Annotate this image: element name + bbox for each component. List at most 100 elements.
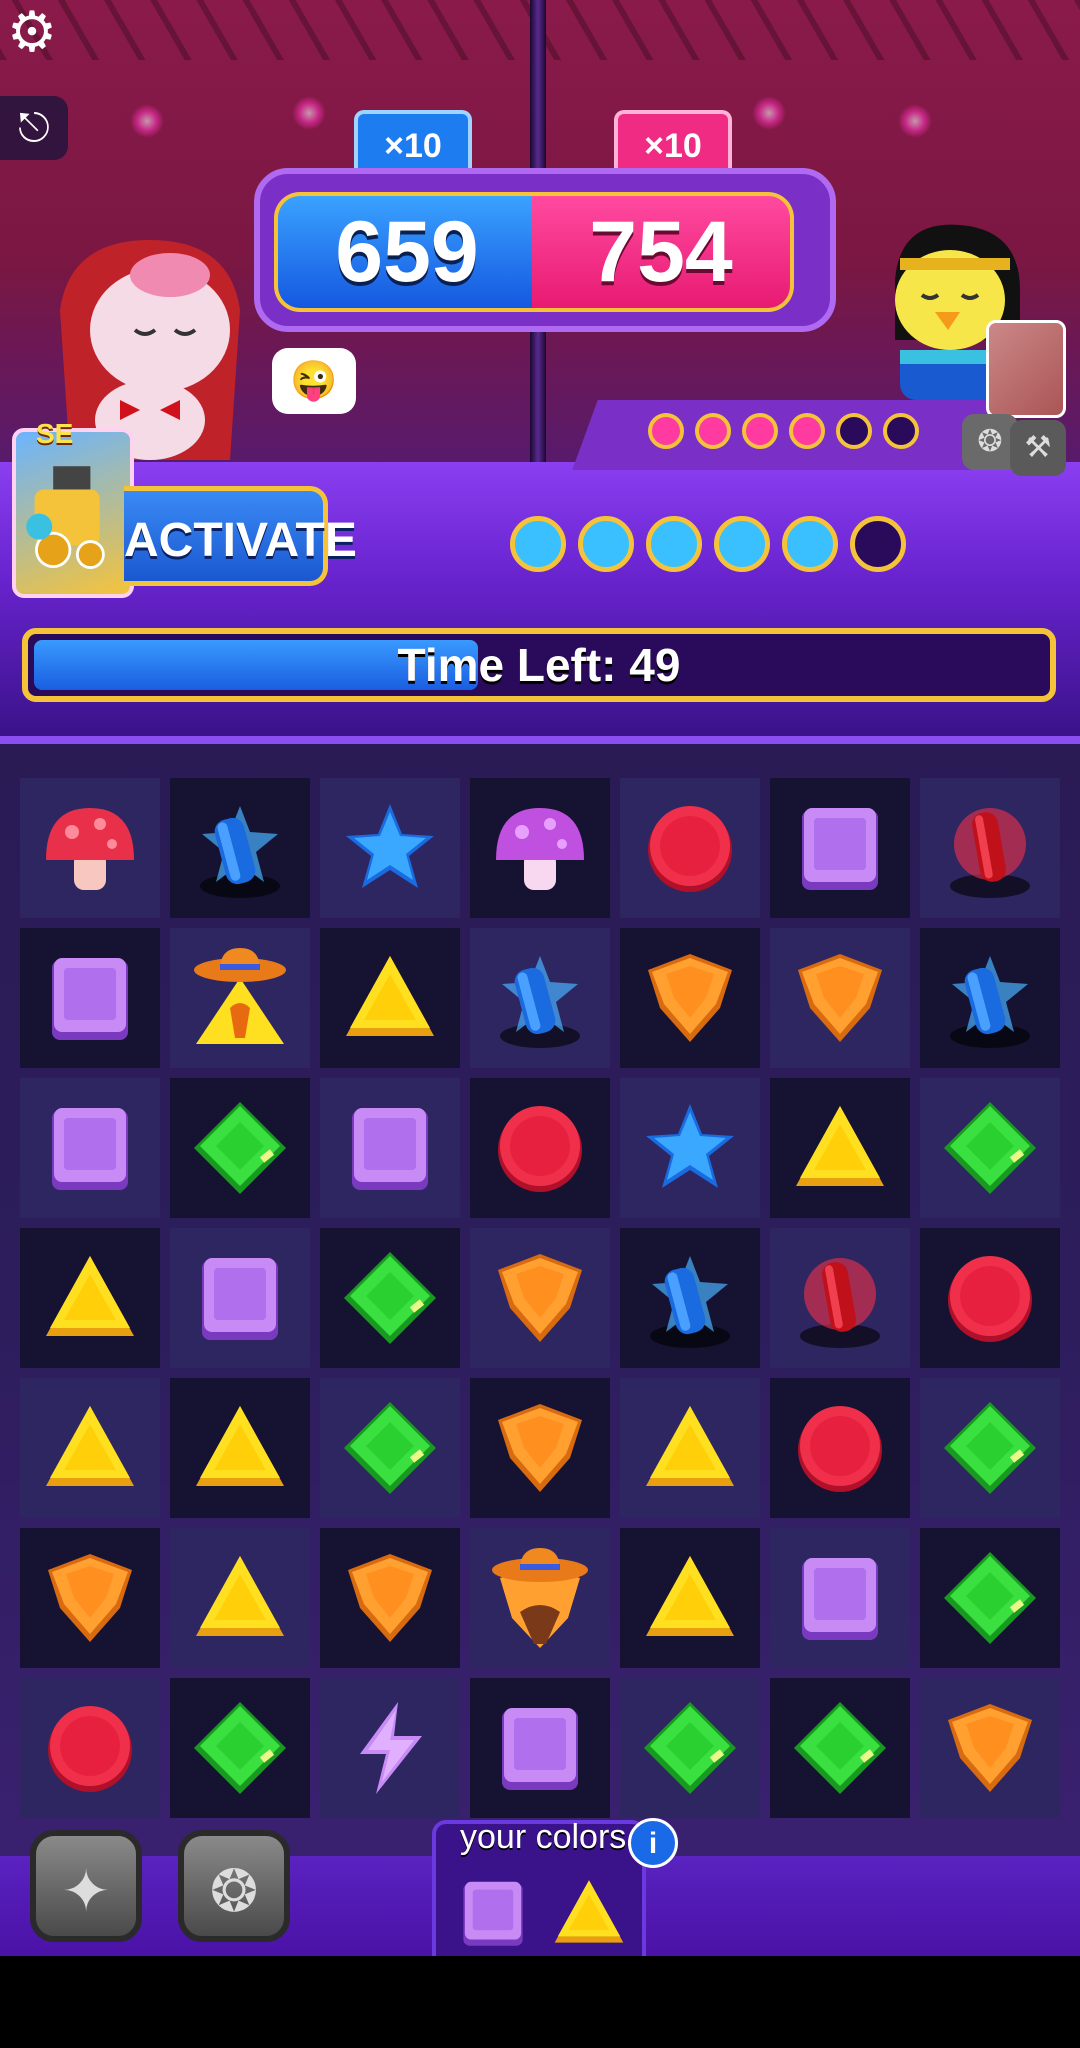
charge-dot-empty [836,413,872,449]
settings-button[interactable]: ⚙ [0,0,64,64]
square-piece [802,1558,878,1640]
board-cell[interactable] [620,1678,760,1818]
board-cell[interactable] [20,1528,160,1668]
board-cell[interactable] [920,1228,1060,1368]
board-cell[interactable] [470,928,610,1068]
board-cell[interactable] [320,1678,460,1818]
star-piece [646,1104,734,1188]
diamond-orange-piece [498,1404,582,1492]
board-cell[interactable] [320,1228,460,1368]
board-cell[interactable] [20,1228,160,1368]
triangle-piece [646,1556,734,1636]
board-cell[interactable] [320,1078,460,1218]
board-cell[interactable] [20,1078,160,1218]
opponent-card [986,320,1066,418]
stars-booster-icon: ✦ [61,1859,111,1924]
cowboy-triangle-piece [194,948,286,1044]
scarab-booster-button[interactable]: ❂ [178,1830,290,1942]
info-button[interactable]: i [628,1818,678,1868]
triangle-piece [196,1406,284,1486]
diamond-green-piece [944,1102,1036,1194]
diamond-orange-piece [348,1554,432,1642]
board-cell[interactable] [620,778,760,918]
triangle-piece [646,1406,734,1486]
board-cell[interactable] [320,778,460,918]
circle-piece [948,1256,1032,1342]
board-cell[interactable] [470,778,610,918]
board-cell[interactable] [20,1678,160,1818]
board-cell[interactable] [770,928,910,1068]
board-cell[interactable] [920,1678,1060,1818]
dynamite-red-piece [950,808,1030,898]
board-cell[interactable] [470,1378,610,1518]
board-cell[interactable] [920,778,1060,918]
charge-dot-filled [646,516,702,572]
board-cell[interactable] [170,1528,310,1668]
board-cell[interactable] [770,1678,910,1818]
board-cell[interactable] [920,928,1060,1068]
board-cell[interactable] [620,928,760,1068]
board-cell[interactable] [20,928,160,1068]
player-score: 659 [274,192,536,312]
diamond-orange-piece [648,954,732,1042]
board-cell[interactable] [770,1378,910,1518]
board-cell[interactable] [170,1078,310,1218]
board-cell[interactable] [470,1528,610,1668]
stage-light [130,104,164,138]
activate-button[interactable]: ACTIVATE [124,486,357,586]
board-cell[interactable] [470,1228,610,1368]
your-colors-label: your colors [460,1818,627,1856]
board-cell[interactable] [470,1678,610,1818]
system-bar [0,1956,1080,2048]
board-cell[interactable] [20,1378,160,1518]
board-cell[interactable] [320,928,460,1068]
board-cell[interactable] [170,778,310,918]
board-cell[interactable] [620,1228,760,1368]
board-cell[interactable] [770,1078,910,1218]
dynamite-blue-piece [200,806,280,898]
board-cell[interactable] [620,1378,760,1518]
triangle-piece [46,1256,134,1336]
charge-dot-filled [695,413,731,449]
game-board[interactable] [20,778,1060,1818]
opponent-hammer-booster: ⚒ [1010,420,1066,476]
board-cell[interactable] [320,1528,460,1668]
diamond-orange-piece [498,1254,582,1342]
dynamite-red-piece [800,1258,880,1348]
board-cell[interactable] [620,1078,760,1218]
board-cell[interactable] [620,1528,760,1668]
board-cell[interactable] [770,1528,910,1668]
exit-button[interactable]: ⎋ [0,96,68,160]
board-cell[interactable] [920,1078,1060,1218]
board-cell[interactable] [170,1228,310,1368]
stars-booster-button[interactable]: ✦ [30,1830,142,1942]
board-cell[interactable] [170,928,310,1068]
board-separator [0,736,1080,744]
diamond-green-piece [644,1702,736,1794]
train-card-art [26,466,105,569]
emote-icon: 😜 [290,360,338,402]
diamond-green-piece [944,1402,1036,1494]
board-cell[interactable] [470,1078,610,1218]
board-cell[interactable] [770,778,910,918]
square-piece [202,1258,278,1340]
board-cell[interactable] [770,1228,910,1368]
time-bar: Time Left: 49 [22,628,1056,702]
player-special-card[interactable] [12,428,134,598]
charge-dot-empty [850,516,906,572]
board-cell[interactable] [170,1378,310,1518]
board-cell[interactable] [920,1378,1060,1518]
dynamite-blue-piece [500,956,580,1048]
stage-light [752,96,786,130]
emote-button[interactable]: 😜 [272,348,356,414]
square-piece [52,1108,128,1190]
hammer-icon: ⚒ [1024,431,1052,464]
opponent-charge-bar [572,400,998,470]
board-cell[interactable] [920,1528,1060,1668]
charge-dot-filled [510,516,566,572]
board-cell[interactable] [20,778,160,918]
square-piece [502,1708,578,1790]
stage-light [898,104,932,138]
board-cell[interactable] [320,1378,460,1518]
board-cell[interactable] [170,1678,310,1818]
